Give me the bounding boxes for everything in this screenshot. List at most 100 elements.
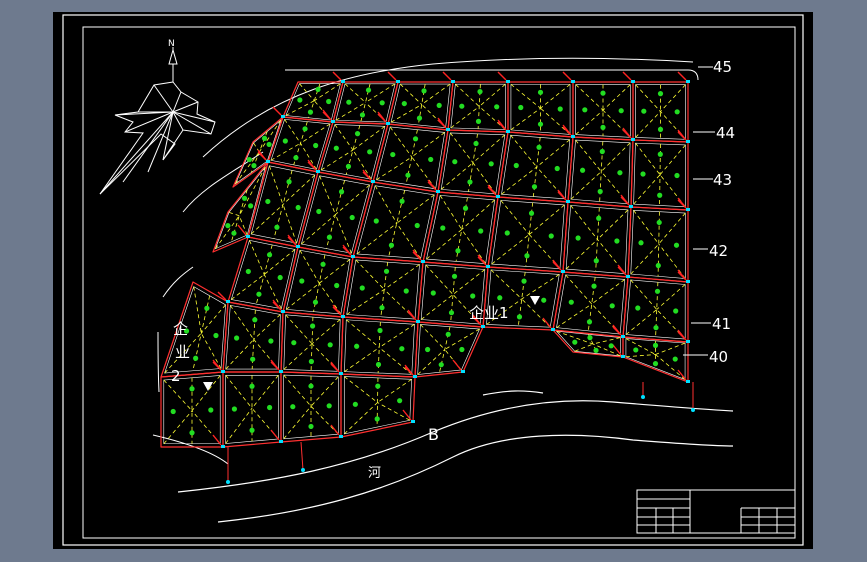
catchment-line: [510, 107, 541, 131]
sub-area-marker: [477, 89, 483, 95]
catchment-line: [660, 84, 686, 112]
flow-arrow: [270, 429, 280, 441]
sub-area-marker: [614, 238, 620, 244]
sub-area-marker: [293, 155, 299, 161]
pipe-node: [341, 315, 345, 318]
contour-label-42: 42: [709, 242, 728, 260]
sub-area-marker: [388, 242, 395, 248]
sub-area-marker: [308, 383, 314, 389]
flow-arrow: [452, 359, 462, 371]
outer-frame: [62, 14, 804, 546]
cad-viewport[interactable]: N 45 44 43 42 41 40 企业1 企 业 2 B 河: [53, 12, 813, 549]
catchment-line: [283, 343, 313, 370]
sub-area-marker: [575, 235, 581, 241]
sub-area-marker: [516, 314, 523, 320]
catchment-line: [528, 204, 565, 235]
catchment-line: [592, 337, 621, 345]
catchment-line: [344, 376, 378, 403]
sub-area-marker: [354, 343, 360, 349]
sub-area-marker: [231, 406, 238, 412]
catchment-line: [249, 240, 265, 275]
sub-area-marker: [655, 262, 661, 269]
north-arrow-icon: [99, 47, 216, 195]
pipe-node: [331, 120, 335, 123]
catchment-line: [417, 349, 446, 375]
pipe-node: [351, 255, 355, 258]
catchment-line: [193, 286, 202, 334]
catchment-line: [420, 294, 454, 320]
flow-arrow: [387, 71, 397, 81]
catchment-line: [421, 83, 451, 105]
pipe-node: [411, 420, 415, 423]
sub-area-marker: [346, 99, 352, 105]
sub-area-marker: [397, 398, 403, 404]
sub-area-marker: [274, 224, 280, 230]
pipe-node: [629, 205, 633, 208]
sub-area-marker: [354, 131, 361, 137]
pipe-node: [506, 80, 510, 83]
sub-area-marker: [428, 156, 434, 163]
sub-area-marker: [297, 97, 303, 103]
pipe-node: [686, 280, 690, 283]
sub-area-marker: [445, 331, 451, 337]
pipe-node: [413, 375, 417, 378]
catchment-line: [602, 84, 631, 111]
flow-arrow: [622, 71, 632, 81]
sub-area-marker: [452, 159, 458, 165]
catchment-line: [633, 210, 660, 245]
sub-area-marker: [541, 297, 547, 303]
sub-area-marker: [338, 189, 345, 195]
pipe-node: [566, 200, 570, 203]
sub-area-marker: [470, 293, 476, 299]
sub-area-marker: [600, 124, 606, 130]
catchment-line: [490, 269, 523, 300]
catchment-line: [597, 209, 629, 240]
sub-area-marker: [399, 198, 405, 204]
catchment-line: [449, 132, 474, 163]
sub-area-marker: [252, 317, 258, 323]
pipe-node: [446, 128, 450, 131]
catchment-line: [575, 139, 602, 172]
sub-area-marker: [375, 361, 382, 368]
sub-area-marker: [412, 136, 419, 142]
sub-area-marker: [657, 192, 663, 198]
pipe-node: [631, 80, 635, 83]
sub-area-marker: [326, 98, 332, 105]
catchment-line: [228, 211, 240, 217]
parcel-road-edge: [285, 249, 351, 315]
pipe-node: [436, 190, 440, 193]
sub-area-marker: [326, 403, 332, 409]
catchment-line: [630, 243, 660, 275]
sub-area-marker: [313, 142, 319, 149]
sub-area-marker: [316, 208, 322, 215]
sub-area-marker: [234, 335, 240, 341]
outfall-marker-1-icon: [530, 296, 540, 305]
sub-area-marker: [652, 342, 659, 348]
pipe-node: [506, 130, 510, 133]
flow-arrow: [362, 171, 372, 181]
sub-area-marker: [582, 107, 588, 113]
catchment-line: [633, 174, 661, 205]
outfall-line: [300, 441, 304, 471]
catchment-line: [501, 166, 537, 195]
sub-area-marker: [286, 179, 292, 185]
catchment-line: [472, 162, 497, 195]
sub-area-marker: [373, 218, 379, 224]
catchment-line: [253, 314, 281, 340]
sub-area-marker: [557, 106, 563, 112]
catchment-line: [635, 84, 661, 112]
sub-area-marker: [367, 149, 373, 155]
catchment-line: [283, 405, 312, 440]
catchment-line: [251, 375, 279, 409]
catchment-line: [536, 139, 570, 168]
catchment-line: [356, 222, 397, 255]
pipe-node: [481, 325, 485, 328]
sub-area-marker: [189, 386, 195, 392]
sub-area-marker: [451, 273, 458, 279]
pipe-node: [396, 80, 400, 83]
pipe-node: [371, 180, 375, 183]
catchment-line: [600, 142, 631, 172]
pipe-node: [626, 275, 630, 278]
pipe-node: [226, 300, 230, 303]
sub-area-marker: [656, 219, 662, 226]
